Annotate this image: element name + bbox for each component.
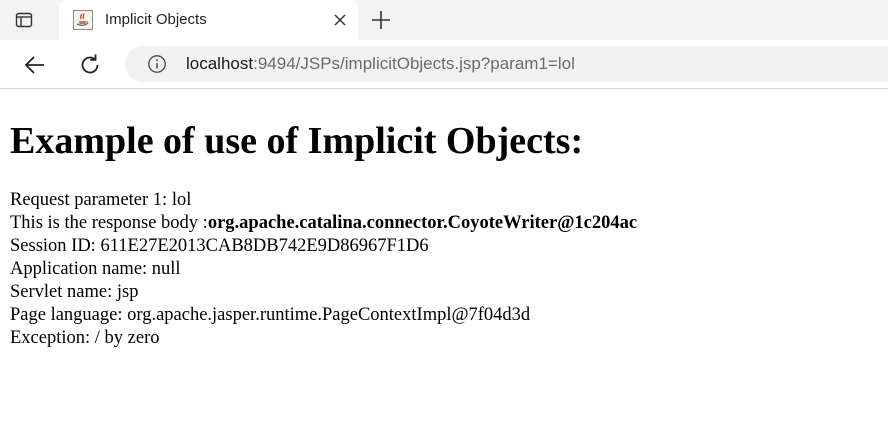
line-value-bold: org.apache.catalina.connector.CoyoteWrit… [207,213,638,233]
line-label: Exception: [10,328,95,348]
page-content: Example of use of Implicit Objects: Requ… [0,89,888,422]
line-page-language: Page language: org.apache.jasper.runtime… [10,304,637,327]
tab-title: Implicit Objects [105,11,207,28]
url-path: :9494/JSPs/implicitObjects.jsp?param1=lo… [253,54,575,73]
line-exception: Exception: / by zero [10,327,637,350]
line-label: This is the response body : [10,213,208,233]
tab-strip: Implicit Objects [0,0,888,40]
line-label: Page language: [10,305,128,325]
tab-actions-icon[interactable] [14,10,34,30]
line-label: Request parameter 1: [10,190,172,210]
line-label: Servlet name: [10,282,117,302]
line-application-name: Application name: null [10,258,637,281]
line-label: Session ID: [10,236,101,256]
url-host: localhost [186,54,254,73]
back-arrow-icon[interactable] [22,52,48,78]
line-value: org.apache.jasper.runtime.PageContextImp… [127,305,531,325]
browser-window: Implicit Objects localhost:9494/JSPs/imp… [0,0,888,422]
line-value: null [151,259,181,279]
reload-icon[interactable] [77,52,103,78]
plus-icon[interactable] [370,9,392,31]
info-icon[interactable] [147,54,167,74]
line-session-id: Session ID: 611E27E2013CAB8DB742E9D86967… [10,235,637,258]
navigation-toolbar: localhost:9494/JSPs/implicitObjects.jsp?… [0,40,888,89]
line-value: / by zero [94,328,160,348]
output-lines: Request parameter 1: lol This is the res… [10,189,637,350]
line-value: jsp [116,282,139,302]
url-text[interactable]: localhost:9494/JSPs/implicitObjects.jsp?… [186,54,575,74]
address-bar[interactable]: localhost:9494/JSPs/implicitObjects.jsp?… [125,46,888,82]
line-value: 611E27E2013CAB8DB742E9D86967F1D6 [100,236,429,256]
line-request-parameter: Request parameter 1: lol [10,189,637,212]
page-title: Example of use of Implicit Objects: [10,120,584,162]
line-value: lol [171,190,192,210]
line-label: Application name: [10,259,152,279]
tab-implicit-objects[interactable]: Implicit Objects [59,0,358,40]
line-response-body: This is the response body :org.apache.ca… [10,212,637,235]
line-servlet-name: Servlet name: jsp [10,281,637,304]
close-icon[interactable] [332,12,348,28]
java-coffee-icon [73,10,93,30]
